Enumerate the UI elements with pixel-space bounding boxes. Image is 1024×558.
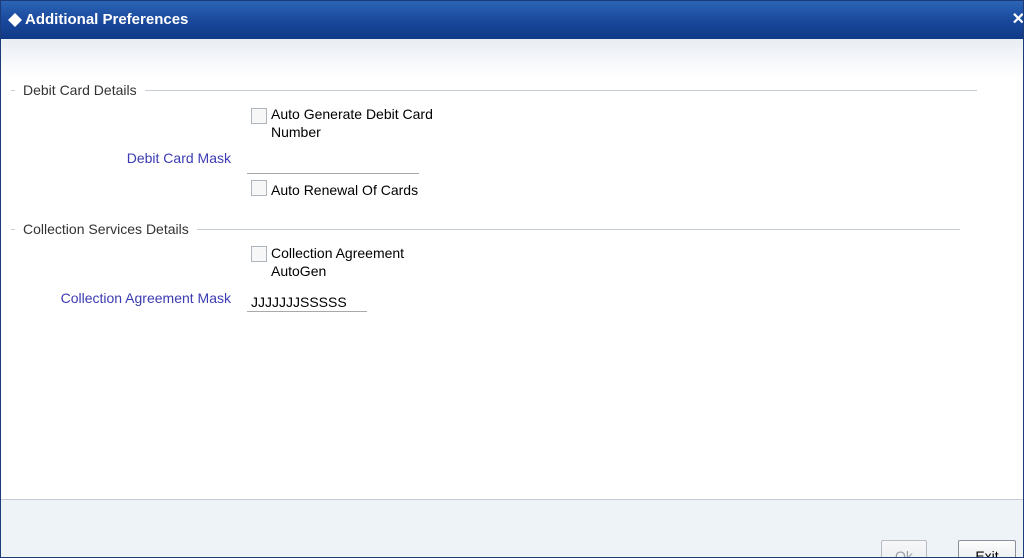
auto-renewal-of-cards-checkbox[interactable] bbox=[251, 180, 267, 196]
section-divider bbox=[196, 228, 960, 230]
button-bar: Ok Exit bbox=[1, 499, 1023, 557]
content-area: Debit Card Details Auto Generate Debit C… bbox=[1, 39, 1023, 499]
section-dash bbox=[11, 89, 15, 91]
window-title: Additional Preferences bbox=[25, 11, 189, 28]
collection-agreement-mask-input[interactable] bbox=[247, 292, 367, 312]
collection-agreement-autogen-checkbox[interactable] bbox=[251, 246, 267, 262]
exit-button[interactable]: Exit bbox=[958, 540, 1016, 557]
debit-card-section-title: Debit Card Details bbox=[23, 82, 137, 98]
close-icon[interactable]: ✕ bbox=[1012, 9, 1023, 29]
auto-generate-debit-card-checkbox[interactable] bbox=[251, 108, 267, 124]
title-bar[interactable]: Additional Preferences ✕ bbox=[1, 1, 1023, 39]
section-divider bbox=[144, 89, 977, 91]
diamond-icon bbox=[8, 13, 22, 27]
collection-autogen-label-line2: AutoGen bbox=[271, 263, 327, 279]
additional-preferences-window: Additional Preferences ✕ Debit Card Deta… bbox=[0, 0, 1024, 558]
debit-card-mask-input[interactable] bbox=[247, 154, 419, 174]
auto-renewal-of-cards-label: Auto Renewal Of Cards bbox=[271, 182, 419, 198]
collection-services-section-title: Collection Services Details bbox=[23, 221, 189, 237]
collection-agreement-autogen-label: Collection Agreement AutoGen bbox=[271, 244, 404, 280]
auto-generate-debit-card-label: Auto Generate Debit Card Number bbox=[271, 105, 433, 141]
debit-card-mask-label: Debit Card Mask bbox=[126, 150, 231, 166]
auto-generate-label-line2: Number bbox=[271, 124, 321, 140]
section-dash bbox=[11, 228, 15, 230]
ok-button[interactable]: Ok bbox=[881, 540, 927, 557]
auto-generate-label-line1: Auto Generate Debit Card bbox=[271, 106, 433, 122]
collection-agreement-mask-label: Collection Agreement Mask bbox=[60, 290, 231, 306]
debit-card-section-header: Debit Card Details bbox=[11, 81, 977, 99]
collection-autogen-label-line1: Collection Agreement bbox=[271, 245, 405, 261]
collection-services-section-header: Collection Services Details bbox=[11, 220, 960, 238]
